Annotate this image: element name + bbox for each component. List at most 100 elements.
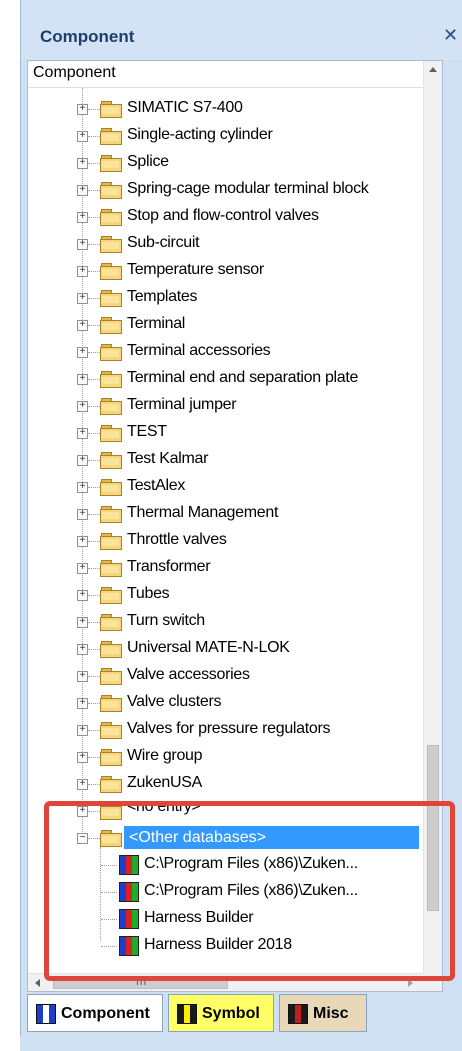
tree-item[interactable]: + Universal MATE-N-LOK (28, 636, 423, 663)
tree-item[interactable]: + Wire group (28, 744, 423, 771)
folder-icon (100, 695, 122, 712)
tree-item[interactable]: + Transformer (28, 555, 423, 582)
tree-item[interactable]: + Valve accessories (28, 663, 423, 690)
expand-icon[interactable]: + (77, 779, 88, 790)
expand-icon[interactable]: + (77, 131, 88, 142)
folder-icon (100, 398, 122, 415)
tree-item[interactable]: + Valve clusters (28, 690, 423, 717)
tree-item[interactable]: + Single-acting cylinder (28, 123, 423, 150)
expand-icon[interactable]: + (77, 590, 88, 601)
expand-icon[interactable]: + (77, 374, 88, 385)
scroll-grip-icon: III (136, 977, 148, 988)
tree-item-database[interactable]: Harness Builder (28, 906, 423, 933)
database-icon (119, 855, 139, 875)
scroll-right-arrow-icon[interactable] (408, 979, 413, 987)
folder-icon (100, 128, 122, 145)
tree-item[interactable]: + Tubes (28, 582, 423, 609)
folder-icon (100, 749, 122, 766)
tree-item[interactable]: + Throttle valves (28, 528, 423, 555)
tree-branch-line (88, 298, 100, 299)
tree-branch-line (88, 541, 100, 542)
horizontal-scroll-thumb[interactable]: III (53, 977, 228, 989)
expand-icon[interactable]: + (77, 536, 88, 547)
tree-item[interactable]: + Terminal (28, 312, 423, 339)
tree-item-database[interactable]: Harness Builder 2018 (28, 933, 423, 960)
expand-icon[interactable]: + (77, 806, 88, 817)
tree-item[interactable]: + Terminal end and separation plate (28, 366, 423, 393)
expand-icon[interactable]: + (77, 239, 88, 250)
expand-icon[interactable]: + (77, 752, 88, 763)
tree-item[interactable]: + TestAlex (28, 474, 423, 501)
expand-icon[interactable]: + (77, 401, 88, 412)
folder-icon (100, 182, 122, 199)
folder-icon (100, 533, 122, 550)
folder-icon (100, 371, 122, 388)
tree-item-database[interactable]: C:\Program Files (x86)\Zuken... (28, 852, 423, 879)
tree-branch-line (88, 190, 100, 191)
expand-icon[interactable]: + (77, 212, 88, 223)
horizontal-scrollbar[interactable]: III (28, 973, 423, 991)
tree-item-label: TEST (127, 423, 167, 440)
tree-item[interactable]: + Temperature sensor (28, 258, 423, 285)
collapse-icon[interactable]: − (77, 833, 88, 844)
tree-item-database[interactable]: C:\Program Files (x86)\Zuken... (28, 879, 423, 906)
tree-column-header[interactable]: Component (28, 61, 442, 88)
tab-component[interactable]: Component (27, 994, 163, 1032)
expand-icon[interactable]: + (77, 428, 88, 439)
folder-icon (100, 506, 122, 523)
tree-branch-line (88, 595, 100, 596)
tree-item[interactable]: + <no entry> (28, 804, 423, 820)
scroll-left-arrow-icon[interactable] (35, 979, 40, 987)
expand-icon[interactable]: + (77, 158, 88, 169)
tree-item[interactable]: + Valves for pressure regulators (28, 717, 423, 744)
tab-label: Symbol (202, 1005, 260, 1022)
tab-symbol[interactable]: Symbol (168, 994, 274, 1032)
expand-icon[interactable]: + (77, 563, 88, 574)
vertical-scrollbar[interactable] (423, 61, 442, 973)
expand-icon[interactable]: + (77, 347, 88, 358)
tree-branch-line (88, 325, 100, 326)
tree-item[interactable]: + Templates (28, 285, 423, 312)
tree-item-other-databases[interactable]: − <Other databases> (28, 825, 423, 852)
expand-icon[interactable]: + (77, 509, 88, 520)
expand-icon[interactable]: + (77, 617, 88, 628)
component-tree[interactable]: Component + SIMATIC S7-400 + Single-acting … (27, 60, 443, 992)
tree-item-label: Terminal jumper (127, 396, 237, 413)
folder-icon (100, 236, 122, 253)
expand-icon[interactable]: + (77, 266, 88, 277)
expand-icon[interactable]: + (77, 644, 88, 655)
tree-item-label: Sub-circuit (127, 234, 200, 251)
tree-item[interactable]: + Thermal Management (28, 501, 423, 528)
expand-icon[interactable]: + (77, 320, 88, 331)
tree-item[interactable]: + TEST (28, 420, 423, 447)
close-icon[interactable]: ✕ (443, 24, 462, 46)
tree-item-label: Temperature sensor (127, 261, 264, 278)
expand-icon[interactable]: + (77, 185, 88, 196)
tree-item[interactable]: + ZukenUSA (28, 771, 423, 798)
tree-item[interactable]: + Terminal accessories (28, 339, 423, 366)
tree-item[interactable]: + Splice (28, 150, 423, 177)
tree-item[interactable]: + Turn switch (28, 609, 423, 636)
tree-branch-line (88, 217, 100, 218)
tree-item[interactable]: + Stop and flow-control valves (28, 204, 423, 231)
tree-item[interactable]: + Spring-cage modular terminal block (28, 177, 423, 204)
tree-item[interactable]: + SIMATIC S7-400 (28, 96, 423, 123)
tree-item-label: Stop and flow-control valves (127, 207, 319, 224)
expand-icon[interactable]: + (77, 104, 88, 115)
expand-icon[interactable]: + (77, 671, 88, 682)
expand-icon[interactable]: + (77, 455, 88, 466)
expand-icon[interactable]: + (77, 725, 88, 736)
scroll-up-arrow-icon[interactable] (429, 67, 437, 72)
expand-icon[interactable]: + (77, 698, 88, 709)
expand-icon[interactable]: + (77, 482, 88, 493)
tree-item[interactable]: + Test Kalmar (28, 447, 423, 474)
database-icon (119, 909, 139, 929)
tree-item[interactable]: + Sub-circuit (28, 231, 423, 258)
folder-icon (100, 209, 122, 226)
expand-icon[interactable]: + (77, 293, 88, 304)
tree-item[interactable]: + Terminal jumper (28, 393, 423, 420)
tree-branch-line (88, 109, 100, 110)
tab-misc[interactable]: Misc (279, 994, 367, 1032)
scrollbar-corner (423, 973, 442, 991)
vertical-scroll-thumb[interactable] (427, 745, 439, 911)
